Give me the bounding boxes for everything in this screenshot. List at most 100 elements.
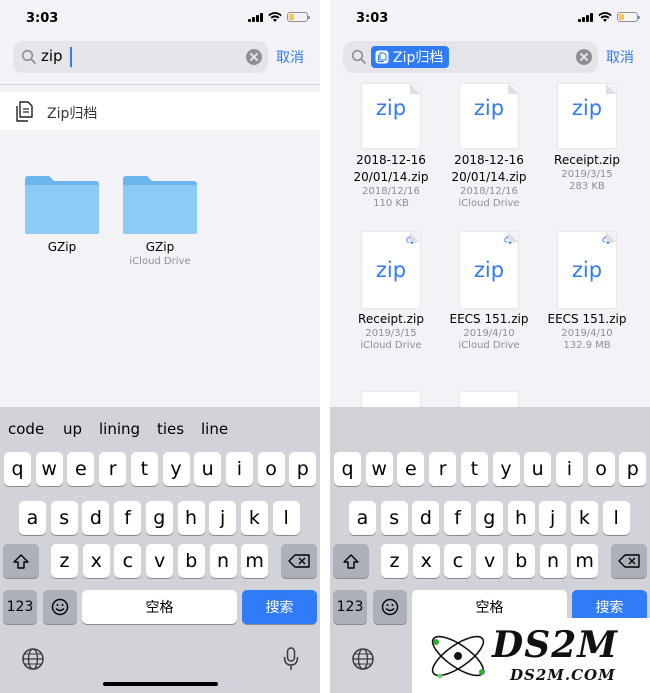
emoji-key[interactable] — [43, 590, 77, 624]
globe-button[interactable] — [21, 647, 45, 675]
key-s[interactable]: s — [380, 501, 408, 535]
key-q[interactable]: q — [334, 452, 361, 486]
key-o[interactable]: o — [587, 452, 615, 486]
key-u[interactable]: u — [524, 452, 552, 486]
key-c[interactable]: c — [444, 544, 472, 578]
delete-key[interactable] — [281, 544, 317, 578]
key-j[interactable]: j — [209, 501, 237, 535]
key-r[interactable]: r — [99, 452, 127, 486]
key-w[interactable]: w — [35, 452, 63, 486]
globe-icon — [22, 648, 44, 670]
prediction-word[interactable]: lining — [99, 420, 140, 438]
key-m[interactable]: m — [571, 544, 599, 578]
numbers-key[interactable]: 123 — [333, 590, 367, 624]
key-m[interactable]: m — [241, 544, 269, 578]
shift-key[interactable] — [3, 544, 39, 578]
key-f[interactable]: f — [114, 501, 142, 535]
delete-key[interactable] — [611, 544, 647, 578]
key-l[interactable]: l — [602, 501, 630, 535]
key-a[interactable]: a — [19, 501, 46, 535]
home-indicator[interactable] — [103, 682, 218, 686]
key-s[interactable]: s — [50, 501, 78, 535]
status-bar: 3:03 — [0, 0, 320, 38]
key-d[interactable]: d — [82, 501, 110, 535]
key-e[interactable]: e — [67, 452, 95, 486]
cancel-button[interactable]: 取消 — [276, 47, 304, 67]
file-item[interactable]: zip 2018-12-16 20/01/14.zip 2018/12/16 110 K… — [342, 84, 440, 210]
file-date: 2018/12/16 — [362, 186, 420, 197]
key-b[interactable]: b — [507, 544, 535, 578]
key-d[interactable]: d — [412, 501, 440, 535]
key-g[interactable]: g — [145, 501, 173, 535]
prediction-word[interactable]: code — [8, 420, 44, 438]
key-v[interactable]: v — [146, 544, 174, 578]
key-c[interactable]: c — [114, 544, 142, 578]
clear-search-icon[interactable] — [576, 49, 592, 65]
cancel-button[interactable]: 取消 — [606, 47, 634, 67]
emoji-icon — [381, 598, 399, 616]
file-item[interactable]: zip EECS 151.zip 2019/4/10 132.9 MB — [538, 232, 636, 352]
key-i[interactable]: i — [555, 452, 583, 486]
shift-key[interactable] — [333, 544, 369, 578]
search-input[interactable]: zip — [41, 47, 63, 65]
key-g[interactable]: g — [475, 501, 503, 535]
zip-label: zip — [473, 258, 505, 282]
folder-item[interactable]: GZip iCloud Drive — [120, 175, 200, 267]
key-p[interactable]: p — [619, 452, 647, 486]
key-b[interactable]: b — [177, 544, 205, 578]
delete-icon — [618, 554, 640, 568]
file-thumbnail: zip — [558, 84, 616, 148]
key-f[interactable]: f — [444, 501, 472, 535]
key-y[interactable]: y — [492, 452, 520, 486]
key-i[interactable]: i — [225, 452, 253, 486]
space-key[interactable]: 空格 — [82, 590, 237, 624]
key-t[interactable]: t — [460, 452, 488, 486]
folder-item[interactable]: GZip — [22, 175, 102, 256]
key-n[interactable]: n — [539, 544, 567, 578]
key-v[interactable]: v — [476, 544, 504, 578]
cellular-signal-icon — [578, 12, 593, 22]
file-item[interactable]: zip EECS 151.zip 2019/4/10 iCloud Drive — [440, 232, 538, 352]
key-e[interactable]: e — [397, 452, 425, 486]
key-x[interactable]: x — [82, 544, 110, 578]
key-k[interactable]: k — [570, 501, 598, 535]
prediction-word[interactable]: ties — [157, 420, 184, 438]
globe-button[interactable] — [351, 647, 375, 675]
file-item[interactable]: zip 2018-12-16 20/01/14.zip 2018/12/16 iClou… — [440, 84, 538, 210]
key-y[interactable]: y — [162, 452, 190, 486]
key-a[interactable]: a — [349, 501, 376, 535]
key-q[interactable]: q — [4, 452, 31, 486]
file-name-line2: 20/01/14.zip — [353, 170, 429, 184]
key-j[interactable]: j — [539, 501, 567, 535]
key-p[interactable]: p — [289, 452, 317, 486]
key-n[interactable]: n — [209, 544, 237, 578]
search-key[interactable]: 搜索 — [242, 590, 317, 624]
prediction-word[interactable]: line — [201, 420, 228, 438]
key-l[interactable]: l — [272, 501, 300, 535]
key-k[interactable]: k — [240, 501, 268, 535]
key-z[interactable]: z — [51, 544, 78, 578]
clear-search-icon[interactable] — [246, 49, 262, 65]
numbers-key[interactable]: 123 — [3, 590, 37, 624]
key-x[interactable]: x — [412, 544, 440, 578]
file-item[interactable]: zip Receipt.zip 2019/3/15 283 KB — [538, 84, 636, 193]
dictation-button[interactable] — [283, 647, 299, 675]
key-u[interactable]: u — [194, 452, 222, 486]
key-z[interactable]: z — [381, 544, 408, 578]
key-t[interactable]: t — [130, 452, 158, 486]
key-o[interactable]: o — [257, 452, 285, 486]
search-field[interactable]: zip — [13, 41, 268, 73]
key-r[interactable]: r — [429, 452, 457, 486]
search-icon — [351, 49, 366, 64]
file-name: 2018-12-16 — [356, 153, 426, 167]
file-item[interactable]: zip Receipt.zip 2019/3/15 iCloud Drive — [342, 232, 440, 352]
search-suggestion[interactable]: Zip归档 — [0, 92, 320, 130]
prediction-word[interactable]: up — [63, 420, 82, 438]
search-token[interactable]: Zip归档 — [371, 46, 450, 68]
wifi-icon — [598, 12, 612, 22]
key-h[interactable]: h — [177, 501, 205, 535]
key-w[interactable]: w — [365, 452, 393, 486]
key-h[interactable]: h — [507, 501, 535, 535]
search-field[interactable]: Zip归档 — [343, 41, 598, 73]
emoji-key[interactable] — [373, 590, 407, 624]
